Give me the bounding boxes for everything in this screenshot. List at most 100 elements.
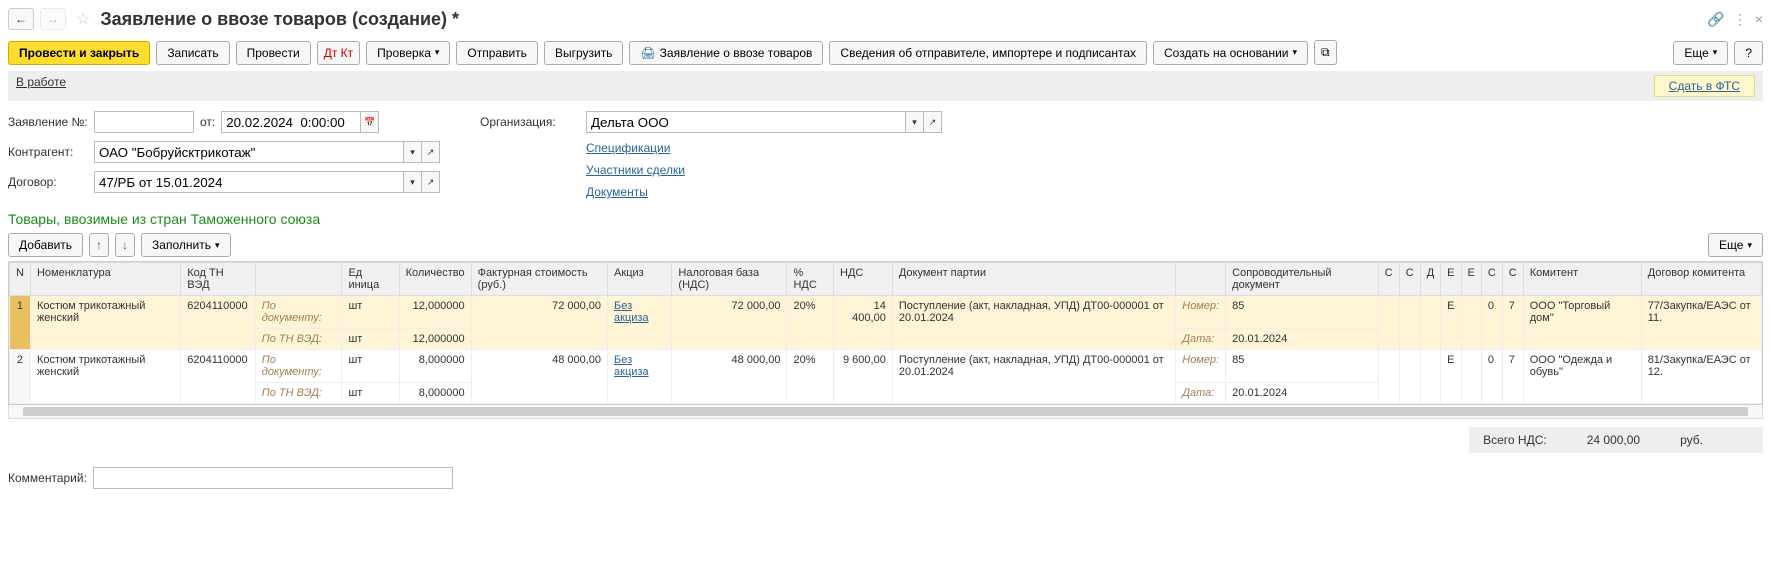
post-button[interactable]: Провести	[236, 41, 311, 65]
cell-rate[interactable]: 20%	[787, 350, 834, 404]
move-up-button[interactable]: ↑	[89, 233, 109, 257]
check-button[interactable]: Проверка	[366, 41, 450, 65]
dropdown-icon[interactable]: ▾	[906, 111, 924, 133]
col-c1[interactable]: С	[1378, 263, 1399, 296]
cell-rate[interactable]: 20%	[787, 296, 834, 350]
cell-excise[interactable]: Без акциза	[608, 350, 672, 404]
contragent-input[interactable]	[94, 141, 404, 163]
col-c3[interactable]: Д	[1420, 263, 1440, 296]
cell-komitent[interactable]: ООО "Одежда и обувь"	[1523, 350, 1641, 404]
col-kcontract[interactable]: Договор комитента	[1641, 263, 1761, 296]
col-base[interactable]: Налоговая база (НДС)	[672, 263, 787, 296]
comment-input[interactable]	[93, 467, 453, 489]
cell-qty2[interactable]: 8,000000	[399, 383, 471, 404]
col-n[interactable]: N	[10, 263, 31, 296]
upload-button[interactable]: Выгрузить	[544, 41, 624, 65]
col-accomp[interactable]: Сопроводительный документ	[1226, 263, 1379, 296]
cell-kcontract[interactable]: 81/Закупка/ЕАЭС от 12.	[1641, 350, 1761, 404]
more-button[interactable]: Еще	[1673, 41, 1728, 65]
cell-invoice[interactable]: 72 000,00	[471, 296, 607, 350]
table-row[interactable]: 1 Костюм трикотажный женский 6204110000 …	[10, 296, 1762, 329]
col-unit[interactable]: Ед иница	[342, 263, 399, 296]
open-icon[interactable]: ↗	[924, 111, 942, 133]
cell-c7[interactable]: 7	[1502, 350, 1523, 404]
post-and-close-button[interactable]: Провести и закрыть	[8, 41, 150, 65]
cell-kcontract[interactable]: 77/Закупка/ЕАЭС от 11.	[1641, 296, 1761, 350]
calendar-icon[interactable]: 📅	[361, 111, 379, 133]
sender-info-button[interactable]: Сведения об отправителе, импортере и под…	[829, 41, 1147, 65]
send-fts-button[interactable]: Сдать в ФТС	[1654, 75, 1755, 97]
favorite-icon[interactable]: ☆	[72, 9, 94, 29]
add-button[interactable]: Добавить	[8, 233, 83, 257]
col-sub[interactable]	[255, 263, 342, 296]
col-c6[interactable]: С	[1481, 263, 1502, 296]
cell-anum[interactable]: 85	[1226, 350, 1379, 383]
col-c4[interactable]: Е	[1441, 263, 1461, 296]
cell-tnved[interactable]: 6204110000	[181, 296, 256, 350]
cell-komitent[interactable]: ООО "Торговый дом"	[1523, 296, 1641, 350]
cell-c6[interactable]: 0	[1481, 296, 1502, 350]
col-invoice[interactable]: Фактурная стоимость (руб.)	[471, 263, 607, 296]
cell-vat[interactable]: 9 600,00	[834, 350, 893, 404]
cell-unit[interactable]: шт	[342, 350, 399, 383]
back-button[interactable]: ←	[8, 8, 34, 30]
menu-icon[interactable]: ⋮	[1733, 11, 1747, 28]
cell-qty2[interactable]: 12,000000	[399, 329, 471, 350]
cell-adate[interactable]: 20.01.2024	[1226, 383, 1379, 404]
forward-button[interactable]: →	[40, 8, 66, 30]
move-down-button[interactable]: ↓	[115, 233, 135, 257]
cell-c4[interactable]: Е	[1441, 296, 1461, 350]
dropdown-icon[interactable]: ▾	[404, 171, 422, 193]
date-input[interactable]	[221, 111, 361, 133]
cell-excise[interactable]: Без акциза	[608, 296, 672, 350]
cell-qty[interactable]: 12,000000	[399, 296, 471, 329]
cell-c4[interactable]: Е	[1441, 350, 1461, 404]
fill-button[interactable]: Заполнить	[141, 233, 230, 257]
col-accomp-lbl[interactable]	[1176, 263, 1226, 296]
cell-vat[interactable]: 14 400,00	[834, 296, 893, 350]
open-icon[interactable]: ↗	[422, 141, 440, 163]
cell-qty[interactable]: 8,000000	[399, 350, 471, 383]
cell-unit2[interactable]: шт	[342, 329, 399, 350]
col-qty[interactable]: Количество	[399, 263, 471, 296]
cell-base[interactable]: 72 000,00	[672, 296, 787, 350]
cell-batch[interactable]: Поступление (акт, накладная, УПД) ДТ00-0…	[892, 350, 1175, 404]
link-icon[interactable]: 🔗	[1707, 11, 1724, 28]
cell-unit[interactable]: шт	[342, 296, 399, 329]
close-icon[interactable]: ×	[1755, 11, 1763, 27]
save-button[interactable]: Записать	[156, 41, 229, 65]
cell-tnved[interactable]: 6204110000	[181, 350, 256, 404]
structure-button[interactable]: ⧉	[1314, 40, 1337, 65]
col-c2[interactable]: С	[1399, 263, 1420, 296]
cell-unit2[interactable]: шт	[342, 383, 399, 404]
cell-nom[interactable]: Костюм трикотажный женский	[30, 350, 180, 404]
dtkt-button[interactable]: Дт Кт	[317, 41, 360, 65]
help-button[interactable]: ?	[1734, 41, 1763, 65]
col-c7[interactable]: С	[1502, 263, 1523, 296]
col-c5[interactable]: Е	[1461, 263, 1481, 296]
docs-link[interactable]: Документы	[586, 185, 648, 199]
contract-input[interactable]	[94, 171, 404, 193]
declaration-num-input[interactable]	[94, 111, 194, 133]
col-vat[interactable]: НДС	[834, 263, 893, 296]
spec-link[interactable]: Спецификации	[586, 141, 670, 155]
col-tnved[interactable]: Код ТН ВЭД	[181, 263, 256, 296]
cell-nom[interactable]: Костюм трикотажный женский	[30, 296, 180, 350]
cell-c6[interactable]: 0	[1481, 350, 1502, 404]
cell-batch[interactable]: Поступление (акт, накладная, УПД) ДТ00-0…	[892, 296, 1175, 350]
create-on-basis-button[interactable]: Создать на основании	[1153, 41, 1308, 65]
open-icon[interactable]: ↗	[422, 171, 440, 193]
table-row[interactable]: 2 Костюм трикотажный женский 6204110000 …	[10, 350, 1762, 383]
cell-c7[interactable]: 7	[1502, 296, 1523, 350]
horizontal-scrollbar[interactable]	[8, 405, 1763, 419]
cell-anum[interactable]: 85	[1226, 296, 1379, 329]
print-button[interactable]: 🖨 Заявление о ввозе товаров	[629, 41, 823, 65]
col-nomenclature[interactable]: Номенклатура	[30, 263, 180, 296]
send-button[interactable]: Отправить	[456, 41, 538, 65]
col-komitent[interactable]: Комитент	[1523, 263, 1641, 296]
cell-adate[interactable]: 20.01.2024	[1226, 329, 1379, 350]
cell-base[interactable]: 48 000,00	[672, 350, 787, 404]
table-more-button[interactable]: Еще	[1708, 233, 1763, 257]
org-input[interactable]	[586, 111, 906, 133]
col-excise[interactable]: Акциз	[608, 263, 672, 296]
